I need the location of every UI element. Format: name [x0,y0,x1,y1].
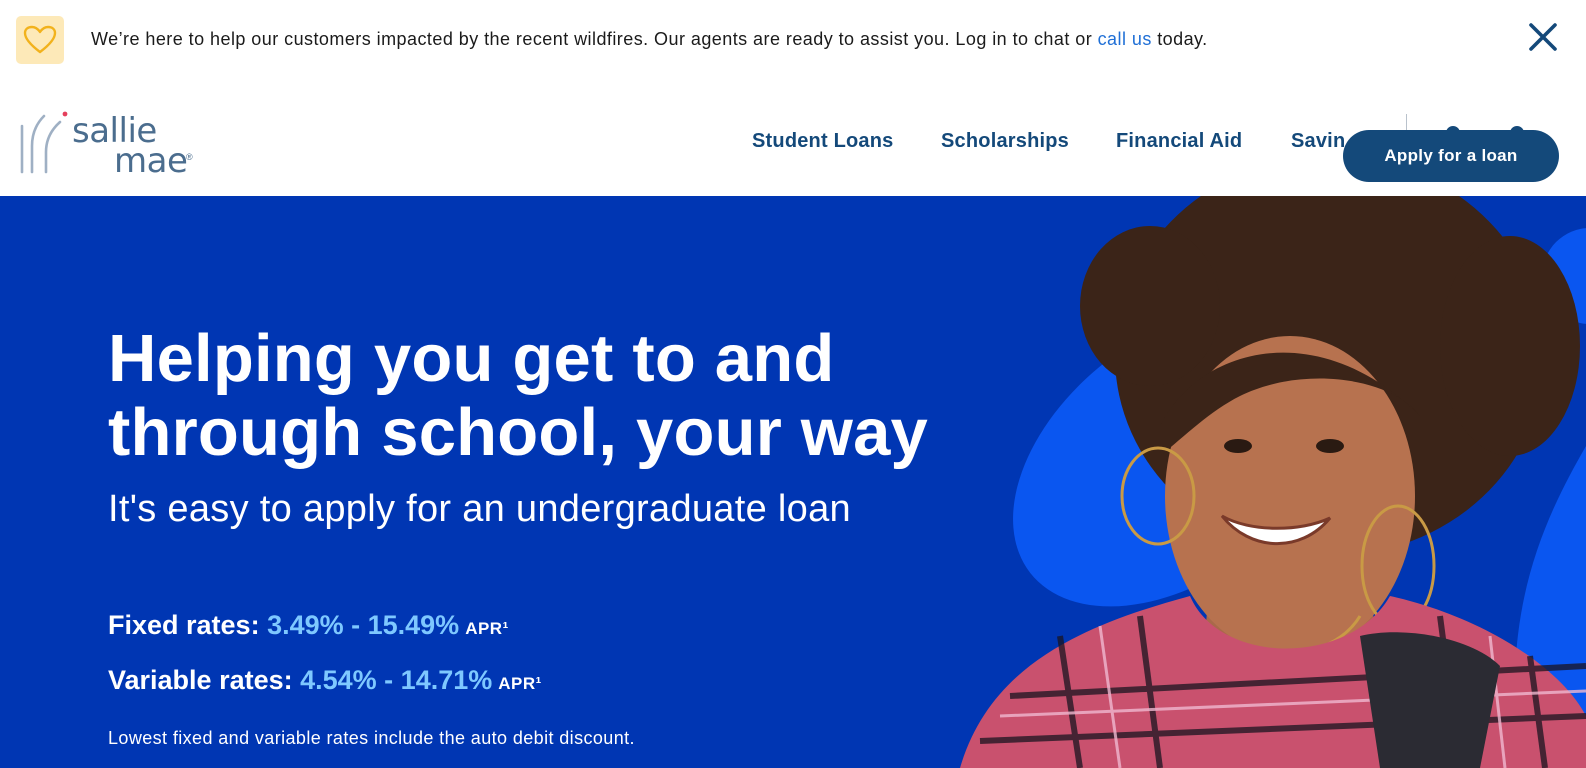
hero-section: Helping you get to and through school, y… [0,196,1586,768]
alert-banner: We’re here to help our customers impacte… [0,0,1586,80]
fixed-rates: Fixed rates: 3.49% - 15.49% APR¹ [108,610,509,641]
alert-message: We’re here to help our customers impacte… [91,29,1208,50]
nav-savings[interactable]: Savin [1291,130,1345,153]
fixed-rates-value: 3.49% - 15.49% [267,610,460,640]
variable-rates-apr: APR¹ [498,674,542,693]
alert-text-after: today. [1151,29,1208,49]
variable-rates: Variable rates: 4.54% - 14.71% APR¹ [108,665,542,696]
heart-icon [16,16,64,64]
fixed-rates-apr: APR¹ [465,619,509,638]
nav-student-loans[interactable]: Student Loans [752,130,894,153]
registered-mark: ® [186,152,193,162]
alert-text-before: We’re here to help our customers impacte… [91,29,1098,49]
fixed-rates-label: Fixed rates: [108,610,268,640]
rates-disclaimer: Lowest fixed and variable rates include … [108,728,635,748]
logo-mark-icon [20,111,68,174]
sallie-mae-logo[interactable]: sallie mae ® [18,106,198,178]
hero-subtitle: It's easy to apply for an undergraduate … [108,488,851,530]
nav-financial-aid[interactable]: Financial Aid [1116,130,1242,153]
site-header: sallie mae ® Student Loans Scholarships … [0,80,1586,196]
call-us-link[interactable]: call us [1098,29,1152,49]
variable-rates-label: Variable rates: [108,665,301,695]
hero-title-line-2: through school, your way [108,395,929,470]
apply-for-loan-button[interactable]: Apply for a loan [1343,130,1559,182]
hero-title-line-1: Helping you get to and [108,321,835,396]
hero-title: Helping you get to and through school, y… [108,322,988,470]
variable-rates-value: 4.54% - 14.71% [300,665,493,695]
nav-scholarships[interactable]: Scholarships [941,130,1069,153]
logo-word-mae: mae [114,141,188,181]
close-icon[interactable] [1526,20,1560,54]
